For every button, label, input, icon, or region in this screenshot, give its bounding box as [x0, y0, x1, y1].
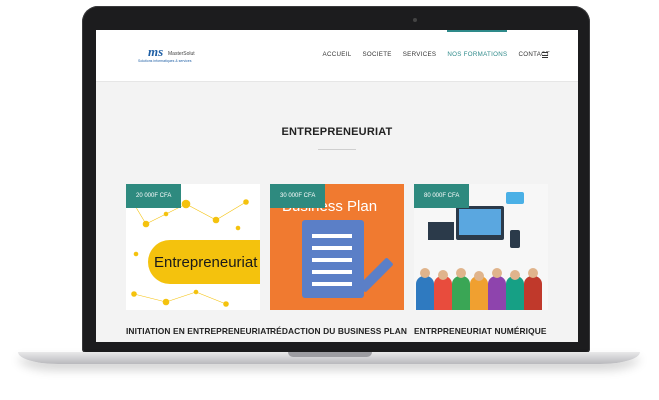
document-icon	[302, 220, 364, 298]
browser-screen: ms MasterSolut Solutions informatiques &…	[96, 30, 578, 342]
nav-item-accueil[interactable]: ACCUEIL	[323, 51, 352, 58]
nav-item-services[interactable]: SERVICES	[403, 51, 437, 58]
course-title[interactable]: ENTRPRENEURIAT NUMÉRIQUE	[414, 326, 564, 336]
logo-mark: ms	[148, 44, 164, 59]
nav-item-nos-formations[interactable]: NOS FORMATIONS	[447, 30, 508, 58]
section-title: ENTREPRENEURIAT	[281, 126, 393, 138]
price-badge: 30 000F CFA	[270, 184, 326, 208]
price-badge: 80 000F CFA	[414, 184, 470, 208]
hamburger-icon[interactable]	[542, 52, 548, 59]
course-title[interactable]: INITIATION EN ENTREPRENEURIAT	[126, 326, 276, 336]
logo-tagline: Solutions informatiques & services	[138, 59, 192, 63]
logo-name: MasterSolut	[168, 51, 195, 57]
course-image-entrepreneuriat[interactable]: Entrepreneuriat 20 000F CFA	[126, 184, 260, 310]
image-caption: Entrepreneuriat	[154, 254, 258, 271]
monitor-icon	[456, 206, 504, 240]
camera-dot	[413, 18, 417, 22]
course-card-business-plan[interactable]: Business Plan 30 000F CFA RÉDACTION DU B…	[270, 184, 407, 336]
course-image-numerique[interactable]: 80 000F CFA	[414, 184, 548, 310]
site-header: ms MasterSolut Solutions informatiques &…	[96, 30, 578, 82]
people-group-graphic	[414, 268, 548, 310]
course-image-business-plan[interactable]: Business Plan 30 000F CFA	[270, 184, 404, 310]
site-logo[interactable]: ms MasterSolut Solutions informatiques &…	[138, 44, 208, 68]
course-card-numerique[interactable]: 80 000F CFA ENTRPRENEURIAT NUMÉRIQUE	[414, 184, 548, 336]
laptop-mockup: ms MasterSolut Solutions informatiques &…	[0, 0, 659, 400]
laptop-icon	[428, 222, 454, 240]
price-badge: 20 000F CFA	[126, 184, 182, 208]
main-nav: ACCUEIL SOCIETE SERVICES NOS FORMATIONS …	[323, 30, 550, 58]
course-title[interactable]: RÉDACTION DU BUSINESS PLAN	[270, 326, 420, 336]
chat-bubble-icon	[506, 192, 524, 204]
laptop-notch	[288, 352, 372, 357]
phone-icon	[510, 230, 520, 248]
nav-item-societe[interactable]: SOCIETE	[362, 51, 391, 58]
course-card-initiation[interactable]: Entrepreneuriat 20 000F CFA INITIATION E…	[126, 184, 271, 336]
title-divider	[318, 149, 356, 150]
